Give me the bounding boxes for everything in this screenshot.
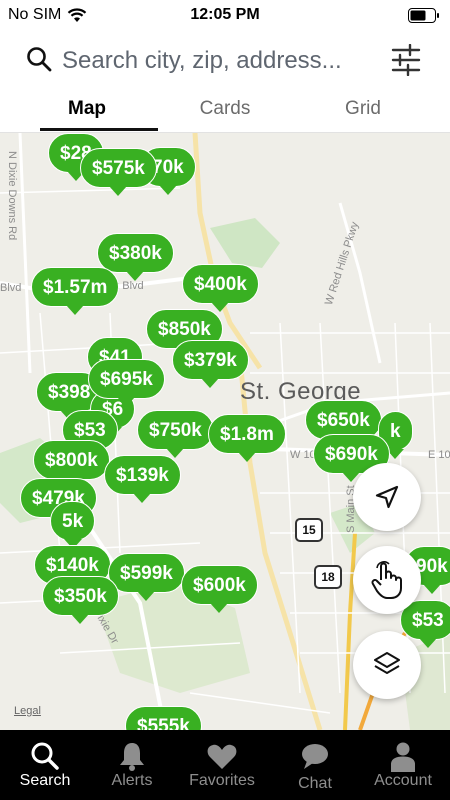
bell-icon: [120, 743, 144, 771]
street-label-blvd: Blvd: [0, 282, 22, 294]
price-pin[interactable]: 5k: [50, 501, 96, 549]
price-pin[interactable]: $350k: [42, 576, 119, 624]
search-icon: [31, 742, 59, 770]
heart-icon: [207, 744, 237, 769]
nav-item-account[interactable]: Account: [358, 730, 448, 800]
tab-grid[interactable]: Grid: [288, 90, 438, 130]
price-pin[interactable]: $1.8m: [208, 414, 286, 462]
price-pin[interactable]: $400k: [182, 264, 259, 312]
chat-bubble-icon: [302, 744, 328, 769]
bottom-nav: Search Alerts Favorites Chat Account: [0, 730, 450, 800]
price-pin[interactable]: $379k: [172, 340, 249, 388]
price-pin[interactable]: $139k: [104, 455, 181, 503]
street-label-e-100: E 10: [428, 449, 450, 461]
price-pin[interactable]: $575k: [80, 148, 157, 196]
price-pin[interactable]: $555k: [125, 706, 202, 730]
search-icon: [27, 47, 52, 72]
route-shield-15: 15: [295, 518, 323, 542]
street-label-dixie-downs: N Dixie Downs Rd: [6, 151, 18, 241]
route-shield-18: 18: [314, 565, 342, 589]
navigation-arrow-icon: [375, 485, 399, 509]
hand-pointer-icon: [371, 561, 402, 599]
price-pin[interactable]: $1.57m: [31, 267, 120, 315]
price-pin[interactable]: $600k: [181, 565, 258, 613]
layers-icon: [374, 652, 400, 674]
price-pin[interactable]: $599k: [108, 553, 185, 601]
map-view[interactable]: N Dixie Downs Rd W Red Hills Pkwy W 10 E…: [0, 133, 450, 730]
nav-label: Chat: [298, 775, 332, 792]
nav-label: Search: [19, 772, 71, 789]
locate-me-button[interactable]: [353, 463, 421, 531]
person-icon: [391, 742, 415, 772]
price-pin[interactable]: $800k: [33, 440, 110, 488]
view-tabs: Map Cards Grid: [0, 90, 450, 133]
nav-label: Account: [374, 772, 432, 789]
legal-link[interactable]: Legal: [14, 705, 41, 717]
street-label-w-100: W 10: [290, 449, 316, 461]
status-time: 12:05 PM: [190, 6, 260, 23]
draw-area-button[interactable]: [353, 546, 421, 614]
filter-sliders-icon[interactable]: [390, 44, 422, 76]
map-layers-button[interactable]: [353, 631, 421, 699]
nav-item-chat[interactable]: Chat: [270, 730, 360, 800]
price-pin[interactable]: $750k: [137, 410, 214, 458]
nav-label: Alerts: [111, 772, 153, 789]
search-bar: [0, 32, 450, 90]
tab-map[interactable]: Map: [12, 90, 162, 131]
status-bar: No SIM 12:05 PM: [0, 0, 450, 32]
price-pin[interactable]: $380k: [97, 233, 174, 281]
nav-item-alerts[interactable]: Alerts: [87, 730, 177, 800]
nav-item-search[interactable]: Search: [0, 730, 90, 800]
nav-label: Favorites: [189, 772, 255, 789]
search-input[interactable]: [60, 44, 384, 78]
price-pin[interactable]: $695k: [88, 359, 165, 407]
nav-item-favorites[interactable]: Favorites: [177, 730, 267, 800]
battery-icon: [408, 8, 439, 23]
tab-cards[interactable]: Cards: [150, 90, 300, 130]
